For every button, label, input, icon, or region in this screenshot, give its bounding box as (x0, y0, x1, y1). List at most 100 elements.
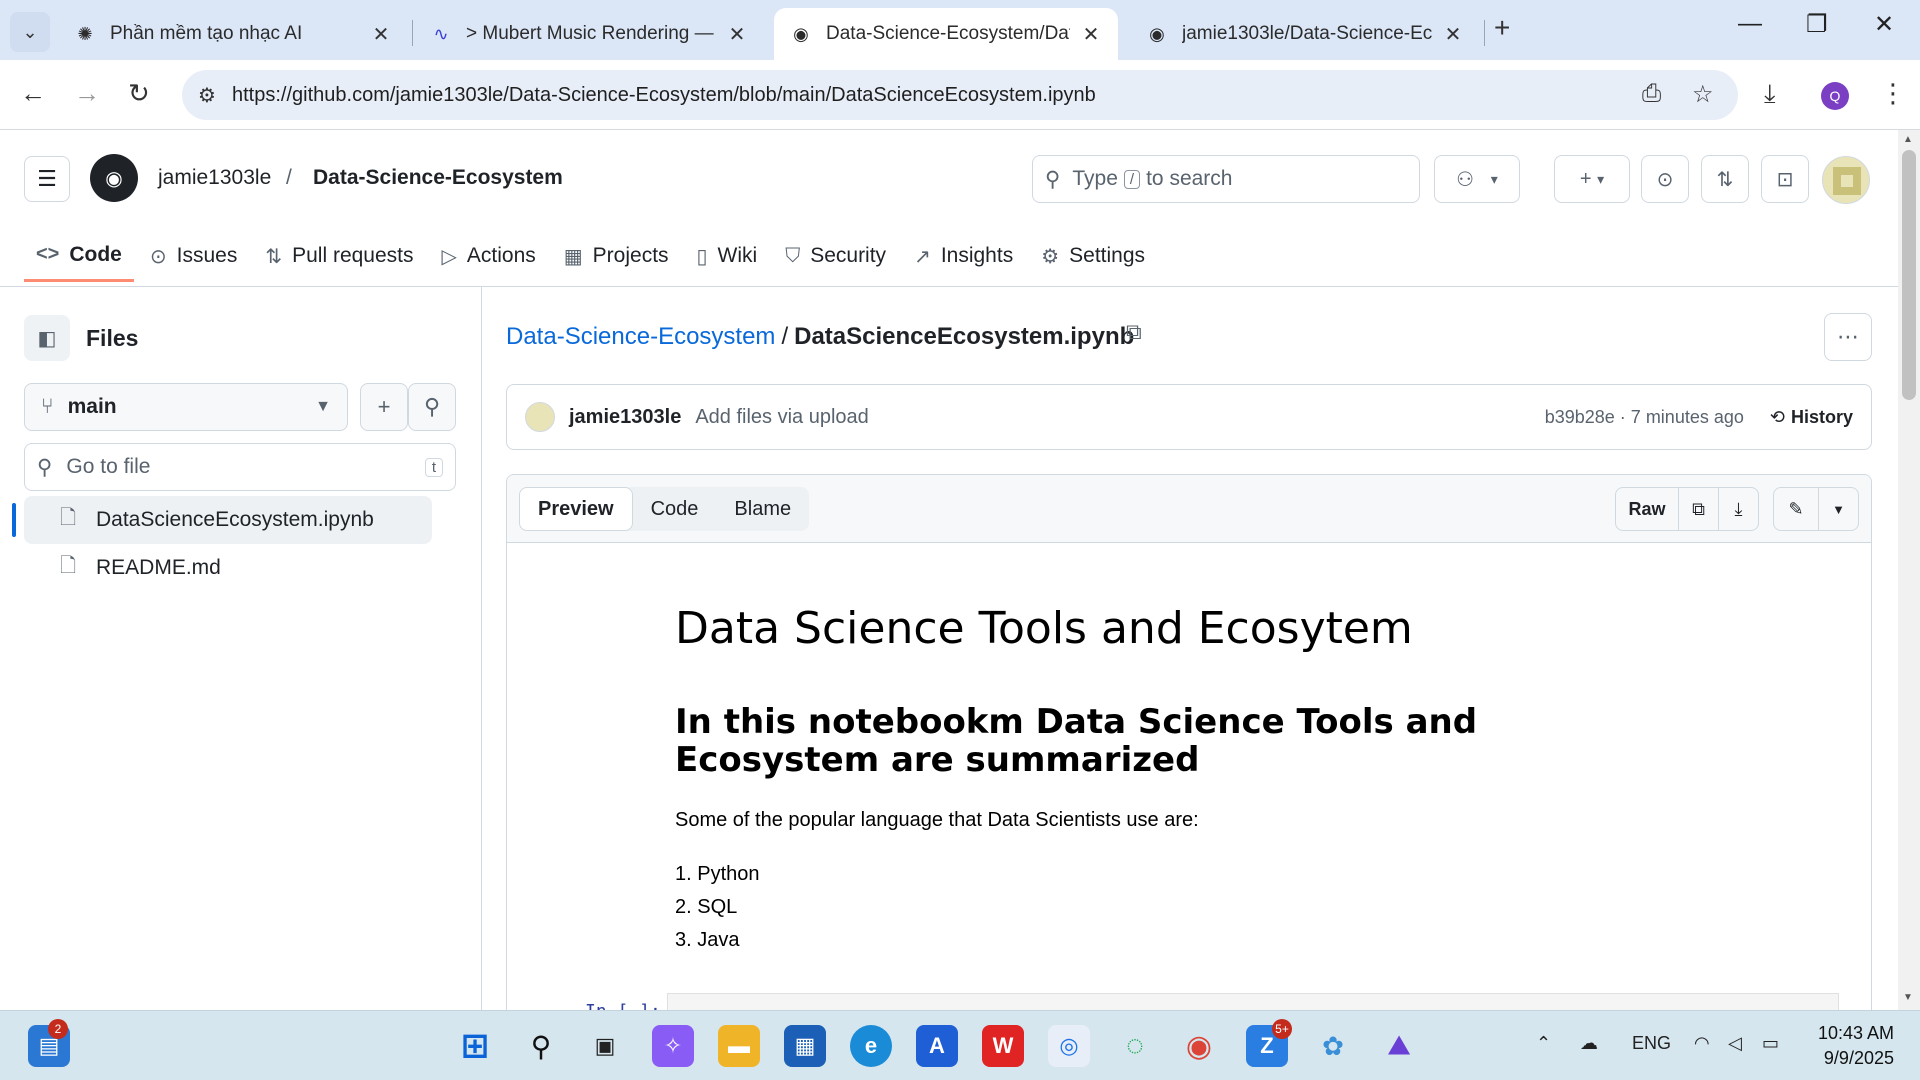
reload-button[interactable]: ↻ (128, 78, 150, 109)
tab-ai-music[interactable]: ✺ Phần mềm tạo nhạc AI ✕ (58, 8, 408, 60)
tab-search-button[interactable]: ⌄ (10, 12, 50, 52)
edge-icon[interactable]: e (850, 1025, 892, 1067)
minimize-button[interactable]: — (1738, 10, 1762, 38)
tab-code[interactable]: <> Code (24, 230, 134, 282)
copy-raw-icon[interactable]: ⧉ (1679, 487, 1719, 531)
tab-issues[interactable]: ⊙ Issues (138, 230, 249, 282)
breadcrumb-repo[interactable]: Data-Science-Ecosystem (313, 166, 563, 190)
github-icon: ◉ (793, 23, 809, 44)
close-icon[interactable]: ✕ (370, 22, 392, 47)
tab-github-file[interactable]: ◉ Data-Science-Ecosystem/DataSc ✕ (774, 8, 1118, 60)
new-tab-button[interactable]: + (1494, 12, 1510, 44)
search-input[interactable]: ⚲ Type / to search (1032, 155, 1420, 203)
go-to-file-input[interactable]: ⚲ Go to file t (24, 443, 456, 491)
tab-preview[interactable]: Preview (519, 487, 633, 531)
tab-pull-requests[interactable]: ⇅ Pull requests (253, 230, 425, 282)
task-view-icon[interactable]: ▣ (584, 1025, 626, 1067)
download-icon[interactable]: ⤓ (1719, 487, 1759, 531)
language-indicator[interactable]: ENG (1632, 1033, 1671, 1054)
copilot-icon[interactable]: ✧ (652, 1025, 694, 1067)
more-options-icon[interactable]: ⋯ (1824, 313, 1872, 361)
wps-icon[interactable]: W (982, 1025, 1024, 1067)
github-logo-icon[interactable]: ◉ (90, 154, 138, 202)
raw-button[interactable]: Raw (1615, 487, 1679, 531)
copilot-button[interactable]: ⚇ ▾ (1434, 155, 1520, 203)
forward-button[interactable]: → (74, 78, 100, 109)
volume-icon[interactable]: ◁ (1728, 1033, 1742, 1054)
tab-actions[interactable]: ▷ Actions (430, 230, 548, 282)
mountain-app-icon[interactable]: ⛰ (1378, 1025, 1420, 1067)
shield-icon: ⛉ (785, 244, 801, 267)
create-new-button[interactable]: + ▾ (1554, 155, 1630, 203)
address-bar[interactable]: ⚙ https://github.com/jamie1303le/Data-Sc… (182, 70, 1738, 120)
list-item: 2. SQL (675, 896, 738, 918)
list-item: 3. Java (675, 929, 740, 951)
chevron-down-icon[interactable]: ▼ (1819, 487, 1859, 531)
play-icon: ▷ (441, 245, 457, 268)
browser-menu-icon[interactable]: ⋮ (1880, 78, 1906, 109)
site-info-icon[interactable]: ⚙ (182, 83, 232, 108)
commit-message[interactable]: Add files via upload (695, 406, 868, 429)
azure-data-icon[interactable]: A (916, 1025, 958, 1067)
page-scrollbar[interactable]: ▲ ▼ (1898, 130, 1920, 1010)
start-icon[interactable]: ⊞ (454, 1025, 496, 1067)
wifi-icon[interactable]: ◠ (1694, 1033, 1710, 1054)
onedrive-icon[interactable]: ☁ (1580, 1033, 1598, 1054)
chevron-down-icon: ⌄ (22, 21, 38, 42)
branch-selector[interactable]: ⑂ main ▼ (24, 383, 348, 431)
bookmark-star-icon[interactable]: ☆ (1692, 80, 1714, 109)
tab-settings[interactable]: ⚙ Settings (1029, 230, 1157, 282)
copy-path-icon[interactable]: ⧉ (1126, 319, 1142, 345)
restore-button[interactable]: ❐ (1806, 10, 1828, 39)
issues-button[interactable]: ⊙ (1641, 155, 1689, 203)
user-avatar[interactable] (1822, 156, 1870, 204)
close-icon[interactable]: ✕ (726, 22, 748, 47)
tab-insights[interactable]: ↗ Insights (902, 230, 1025, 282)
tab-code-view[interactable]: Code (633, 487, 717, 531)
commit-author[interactable]: jamie1303le (569, 406, 681, 429)
scrollbar-thumb[interactable] (1902, 150, 1916, 400)
back-button[interactable]: ← (20, 78, 46, 109)
battery-icon[interactable]: ▭ (1762, 1033, 1779, 1054)
tab-blame[interactable]: Blame (716, 487, 809, 531)
table-icon: ▦ (563, 245, 583, 268)
pull-requests-button[interactable]: ⇅ (1701, 155, 1749, 203)
downloads-icon[interactable]: ⤓ (1764, 78, 1776, 110)
store-icon[interactable]: ▦ (784, 1025, 826, 1067)
search-icon[interactable]: ⚲ (520, 1025, 562, 1067)
profile-avatar[interactable]: Q (1821, 82, 1849, 110)
inbox-button[interactable]: ⊡ (1761, 155, 1809, 203)
tree-item-readme[interactable]: 🗋 README.md (24, 544, 432, 592)
scroll-up-icon[interactable]: ▲ (1903, 134, 1913, 145)
breadcrumb-owner[interactable]: jamie1303le (158, 166, 271, 190)
tab-wiki[interactable]: ▯ Wiki (685, 230, 770, 282)
paint-icon[interactable]: ✿ (1312, 1025, 1354, 1067)
history-button[interactable]: ⟲ History (1770, 407, 1853, 428)
file-explorer-icon[interactable]: ▬ (718, 1025, 760, 1067)
clock[interactable]: 10:43 AM 9/9/2025 (1804, 1021, 1894, 1071)
close-window-button[interactable]: ✕ (1874, 10, 1894, 39)
add-file-button[interactable]: + (360, 383, 408, 431)
tab-github-repo[interactable]: ◉ jamie1303le/Data-Science-Ecos ✕ (1130, 8, 1480, 60)
tab-projects[interactable]: ▦ Projects (552, 230, 681, 282)
install-app-icon[interactable]: ⎙ (1642, 80, 1661, 108)
edit-pencil-icon[interactable]: ✎ (1773, 487, 1819, 531)
close-icon[interactable]: ✕ (1442, 22, 1464, 47)
scroll-down-icon[interactable]: ▼ (1903, 992, 1913, 1003)
tree-item-ipynb[interactable]: 🗋 DataScienceEcosystem.ipynb (24, 496, 432, 544)
tray-chevron-icon[interactable]: ⌃ (1536, 1033, 1551, 1054)
commit-author-avatar[interactable] (525, 402, 555, 432)
chrome-icon[interactable]: ◎ (1048, 1025, 1090, 1067)
path-repo-link[interactable]: Data-Science-Ecosystem (506, 323, 775, 350)
tab-mubert[interactable]: ∿ > Mubert Music Rendering — R ✕ (414, 8, 764, 60)
menu-icon[interactable]: ☰ (24, 156, 70, 202)
tab-security[interactable]: ⛉ Security (773, 230, 898, 282)
loading-app-icon[interactable]: ◌ (1114, 1025, 1156, 1067)
close-icon[interactable]: ✕ (1080, 22, 1102, 47)
search-files-button[interactable]: ⚲ (408, 383, 456, 431)
search-icon: ⚲ (423, 394, 441, 419)
collapse-sidebar-icon[interactable]: ◧ (24, 315, 70, 361)
commit-meta[interactable]: b39b28e · 7 minutes ago (1545, 407, 1744, 428)
notebook-subtitle: In this notebookm Data Science Tools and… (675, 702, 1478, 780)
chrome-profile-icon[interactable]: ◉ (1178, 1025, 1220, 1067)
